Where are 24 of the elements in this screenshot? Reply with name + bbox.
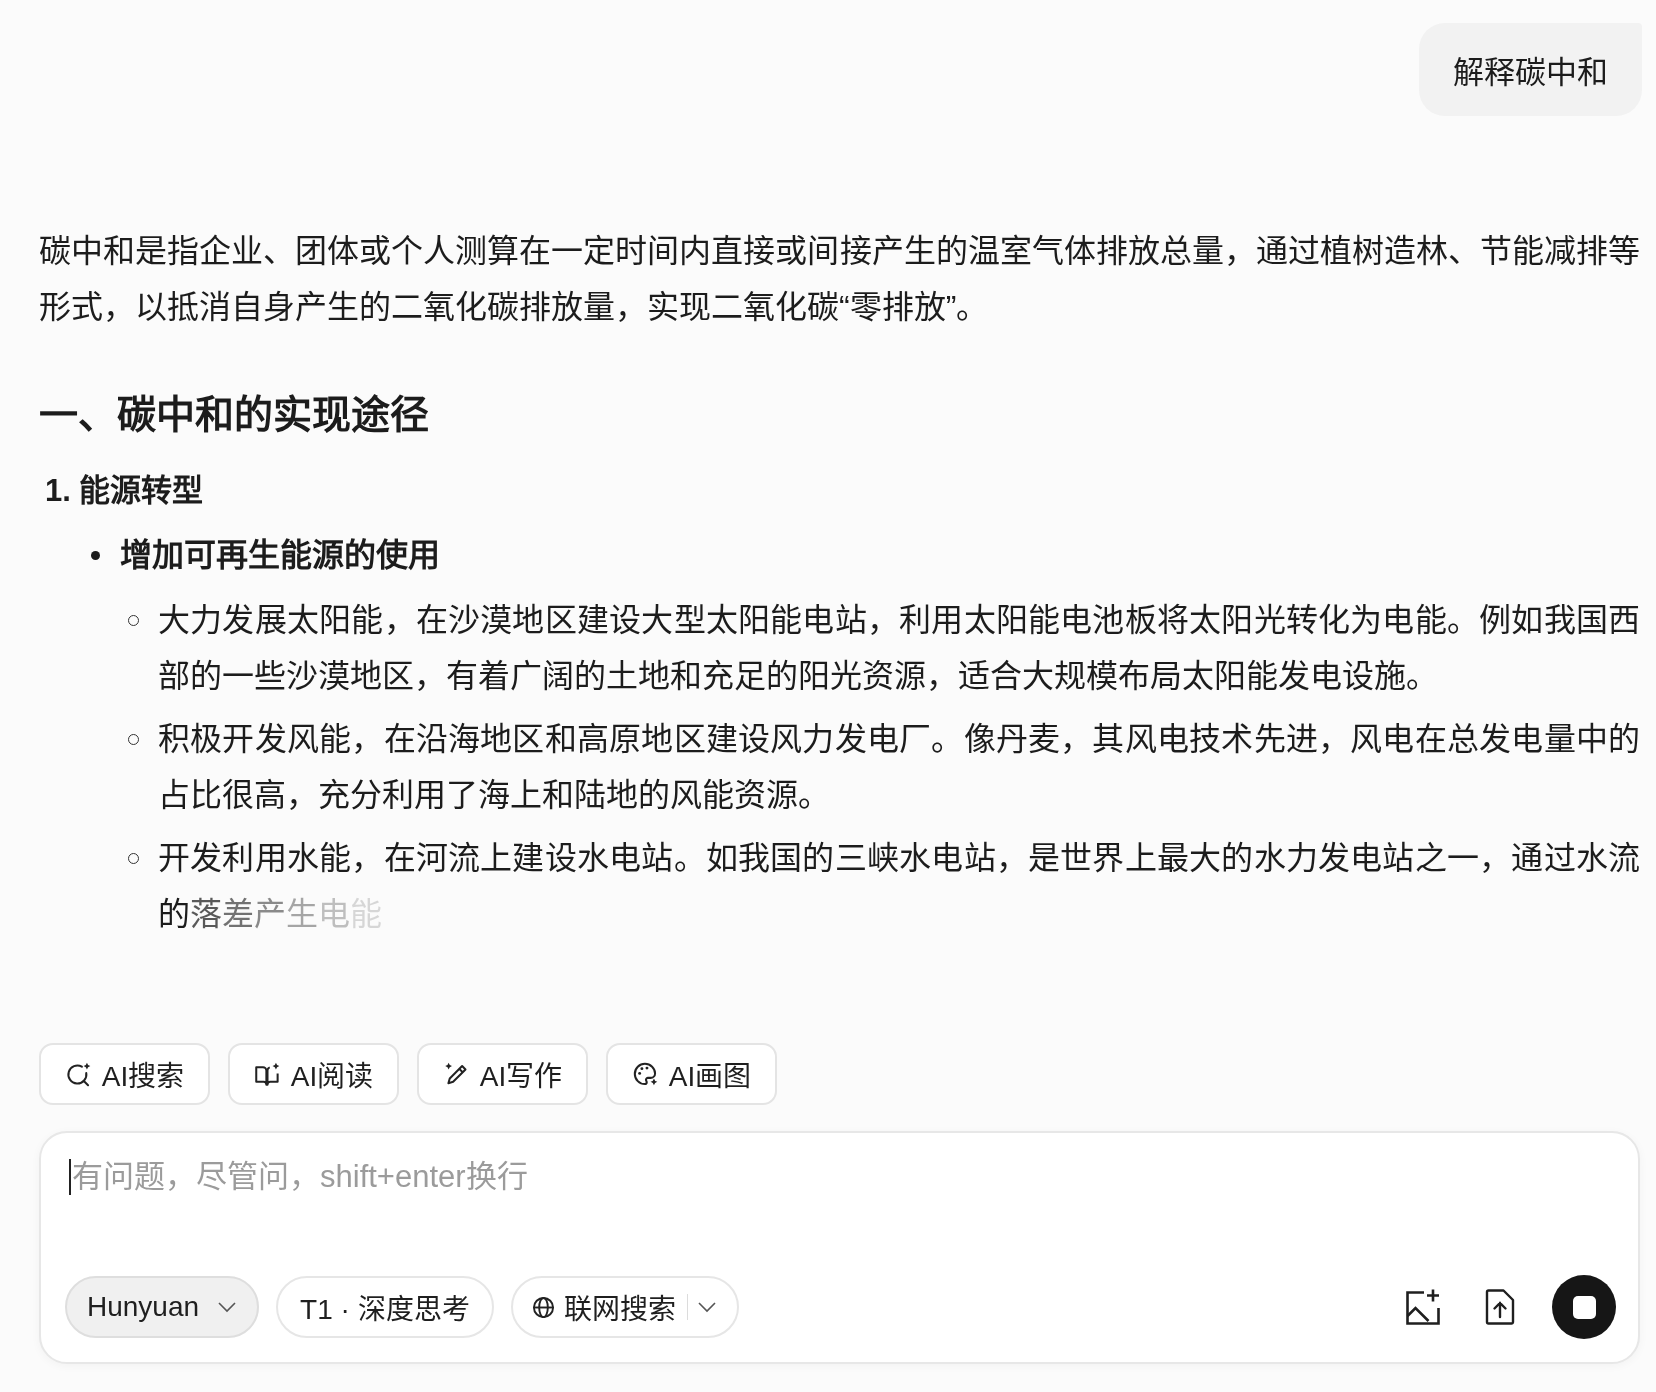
quick-action-button[interactable]: AI写作 bbox=[417, 1043, 588, 1105]
list-item-text: 大力发展太阳能，在沙漠地区建设大型太阳能电站，利用太阳能电池板将太阳光转化为电能。例如我国西部的一些沙漠地区，有着广阔的土地和充足的阳光资源，适合大规模布局太阳能发电设施。 bbox=[158, 601, 1640, 696]
list-title: 能源转型 bbox=[78, 472, 203, 510]
quick-action-button[interactable]: AI搜索 bbox=[39, 1043, 210, 1105]
globe-icon bbox=[531, 1295, 555, 1319]
message-input-field[interactable]: 有问题，尽管问，shift+enter换行 bbox=[72, 1157, 1616, 1241]
list-item-text: 积极开发风能，在沿海地区和高原地区建设风力发电厂。像丹麦，其风电技术先进，风电在总发电量中的占比很高，充分利用了海上和陆地的风能资源。 bbox=[158, 720, 1640, 815]
quick-action-button[interactable]: AI画图 bbox=[606, 1043, 777, 1105]
bullet-title: 增加可再生能源的使用 bbox=[120, 536, 440, 575]
quick-action-button[interactable]: AI阅读 bbox=[228, 1043, 399, 1105]
palette-sparkle-icon bbox=[631, 1060, 659, 1088]
answer-paragraph: 碳中和是指企业、团体或个人测算在一定时间内直接或间接产生的温室气体排放总量，通过植树造林、节能减排等形式，以抵消自身产生的二氧化碳排放量，实现二氧化碳“零排放”。 bbox=[39, 232, 1640, 327]
stop-icon bbox=[1572, 1295, 1596, 1319]
web-search-label: 联网搜索 bbox=[563, 1293, 676, 1327]
section-heading: 一、碳中和的实现途径 bbox=[39, 392, 430, 438]
model-select[interactable]: Hunyuan bbox=[65, 1276, 260, 1338]
bullet-icon bbox=[91, 550, 100, 560]
file-upload-icon[interactable] bbox=[1485, 1289, 1515, 1325]
deep-think-toggle[interactable]: T1 · 深度思考 bbox=[276, 1276, 494, 1338]
message-composer[interactable]: 有问题，尽管问，shift+enter换行 Hunyuan T1 · 深度思考 联网搜索 bbox=[39, 1131, 1640, 1364]
web-search-toggle[interactable]: 联网搜索 bbox=[510, 1276, 739, 1338]
image-add-icon[interactable] bbox=[1405, 1289, 1441, 1325]
list-number: 1. bbox=[45, 472, 71, 510]
user-message: 解释碳中和 bbox=[1419, 23, 1642, 116]
